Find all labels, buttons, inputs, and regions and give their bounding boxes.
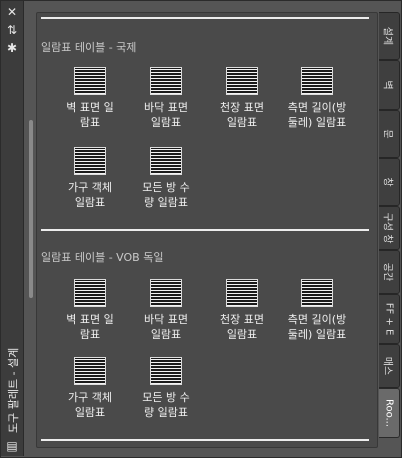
- schedule-table-icon: [301, 279, 333, 307]
- palette-content: 일람표 테이블 - 국제 벽 표면 일 람표 바닥 표면 일람표 천장 표면 일…: [36, 12, 378, 448]
- tab-design[interactable]: 설계: [379, 12, 400, 60]
- tool-label: 천장 표면 일람표: [220, 313, 264, 341]
- section-divider: [41, 17, 369, 19]
- palette-title: 도구 팔레트 - 설계: [7, 347, 20, 433]
- tool-all-rooms-quantity-schedule[interactable]: 모든 방 수 량 일람표: [127, 357, 205, 427]
- tool-label: 벽 표면 일 람표: [66, 313, 114, 341]
- tool-wall-surface-schedule[interactable]: 벽 표면 일 람표: [51, 279, 129, 349]
- tab-curtain-wall[interactable]: 구성 창: [379, 206, 400, 250]
- schedule-table-icon: [301, 67, 333, 95]
- menu-icon[interactable]: ▤: [5, 439, 19, 453]
- properties-icon[interactable]: ✱: [5, 41, 19, 55]
- tab-doors[interactable]: 문: [379, 110, 400, 158]
- schedule-table-icon: [74, 67, 106, 95]
- tab-label: 구성 창: [381, 212, 393, 244]
- close-icon[interactable]: ✕: [5, 5, 19, 19]
- tab-windows[interactable]: 창: [379, 158, 400, 206]
- tool-label: 천장 표면 일람표: [220, 101, 264, 129]
- schedule-table-icon: [150, 357, 182, 385]
- autohide-icon[interactable]: ⇅: [5, 23, 19, 37]
- schedule-table-icon: [150, 279, 182, 307]
- section-divider: [41, 439, 369, 441]
- tab-label: 문: [381, 129, 393, 139]
- tool-floor-surface-schedule[interactable]: 바닥 표면 일람표: [127, 67, 205, 137]
- schedule-table-icon: [150, 147, 182, 175]
- palette-tabs: 설계 벽 문 창 구성 창 공간 FF + E 매스 Roo...: [379, 12, 401, 438]
- section-title: 일람표 테이블 - 국제: [41, 41, 137, 54]
- section-divider: [41, 229, 369, 231]
- palette-title-strip[interactable]: ✕ ⇅ ✱ ▤ 도구 팔레트 - 설계: [1, 1, 24, 456]
- tab-mass[interactable]: 매스: [379, 344, 400, 388]
- tool-label: 벽 표면 일 람표: [66, 101, 114, 129]
- tool-label: 측면 길이(방 둘레) 일람표: [287, 313, 347, 341]
- tab-spaces[interactable]: 공간: [379, 250, 400, 294]
- tool-furniture-schedule[interactable]: 가구 객체 일람표: [51, 357, 129, 427]
- tool-label: 바닥 표면 일람표: [144, 101, 188, 129]
- tool-label: 가구 객체 일람표: [68, 391, 112, 419]
- tool-label: 모든 방 수 량 일람표: [142, 391, 190, 419]
- tab-label: 공간: [381, 262, 393, 282]
- tab-ffe[interactable]: FF + E: [379, 294, 400, 344]
- tool-all-rooms-quantity-schedule[interactable]: 모든 방 수 량 일람표: [127, 147, 205, 217]
- schedule-table-icon: [74, 357, 106, 385]
- tab-rooms[interactable]: Roo...: [379, 388, 400, 438]
- schedule-table-icon: [226, 67, 258, 95]
- tool-ceiling-surface-schedule[interactable]: 천장 표면 일람표: [203, 67, 281, 137]
- tool-label: 모든 방 수 량 일람표: [142, 181, 190, 209]
- tool-perimeter-schedule[interactable]: 측면 길이(방 둘레) 일람표: [273, 279, 361, 349]
- tool-ceiling-surface-schedule[interactable]: 천장 표면 일람표: [203, 279, 281, 349]
- section-title: 일람표 테이블 - VOB 독일: [41, 251, 164, 264]
- tool-label: 바닥 표면 일람표: [144, 313, 188, 341]
- schedule-table-icon: [226, 279, 258, 307]
- tab-walls[interactable]: 벽: [379, 60, 400, 110]
- tab-label: 설계: [381, 26, 393, 46]
- schedule-table-icon: [150, 67, 182, 95]
- tab-label: 창: [381, 177, 393, 187]
- tab-label: Roo...: [383, 398, 395, 428]
- tool-perimeter-schedule[interactable]: 측면 길이(방 둘레) 일람표: [273, 67, 361, 137]
- tool-label: 측면 길이(방 둘레) 일람표: [287, 101, 347, 129]
- tool-wall-surface-schedule[interactable]: 벽 표면 일 람표: [51, 67, 129, 137]
- tab-label: 매스: [381, 356, 393, 376]
- schedule-table-icon: [74, 147, 106, 175]
- tool-furniture-schedule[interactable]: 가구 객체 일람표: [51, 147, 129, 217]
- tab-label: FF + E: [383, 302, 395, 336]
- tab-label: 벽: [381, 80, 393, 90]
- schedule-table-icon: [74, 279, 106, 307]
- tool-label: 가구 객체 일람표: [68, 181, 112, 209]
- tool-floor-surface-schedule[interactable]: 바닥 표면 일람표: [127, 279, 205, 349]
- scrollbar-thumb[interactable]: [29, 120, 33, 298]
